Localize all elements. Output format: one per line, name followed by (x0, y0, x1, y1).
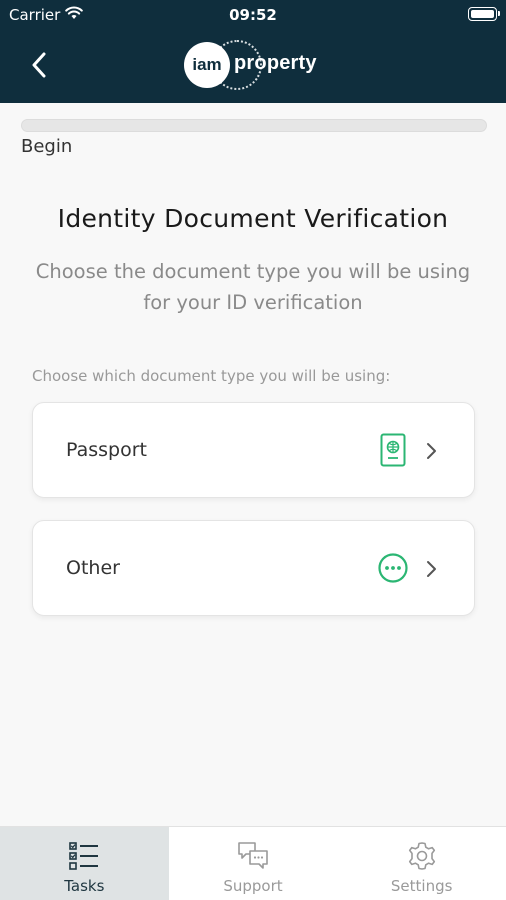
passport-option-card[interactable]: Passport (32, 402, 475, 498)
bottom-tab-bar: Tasks Support Settings (0, 826, 506, 900)
logo-mark: iam (184, 42, 230, 88)
chat-bubbles-icon (236, 839, 270, 873)
status-bar: Carrier 09:52 (0, 0, 506, 30)
app-header: Carrier 09:52 iam property (0, 0, 506, 103)
page-subtitle: Choose the document type you will be usi… (35, 260, 471, 314)
back-button[interactable] (22, 48, 56, 82)
logo-text: property (234, 52, 317, 74)
page-title: Identity Document Verification (57, 204, 449, 233)
passport-icon (377, 433, 409, 467)
document-type-prompt: Choose which document type you will be u… (32, 367, 391, 385)
tab-label: Settings (390, 877, 453, 895)
chevron-right-icon (427, 443, 436, 459)
clock: 09:52 (229, 6, 277, 24)
tab-support[interactable]: Support (169, 827, 338, 900)
tab-settings[interactable]: Settings (337, 827, 506, 900)
battery-icon (468, 7, 500, 21)
iam-property-logo: iam property (180, 38, 330, 92)
tab-label: Support (223, 877, 283, 895)
chevron-left-icon (32, 52, 46, 78)
tab-tasks[interactable]: Tasks (0, 827, 169, 900)
tasks-checklist-icon (67, 839, 101, 873)
more-circle-icon (377, 551, 409, 585)
option-label: Passport (66, 439, 147, 461)
progress-step-label: Begin (21, 136, 73, 157)
gear-icon (405, 839, 439, 873)
progress-bar (21, 119, 487, 132)
other-option-card[interactable]: Other (32, 520, 475, 616)
chevron-right-icon (427, 561, 436, 577)
option-label: Other (66, 557, 120, 579)
tab-label: Tasks (64, 877, 105, 895)
